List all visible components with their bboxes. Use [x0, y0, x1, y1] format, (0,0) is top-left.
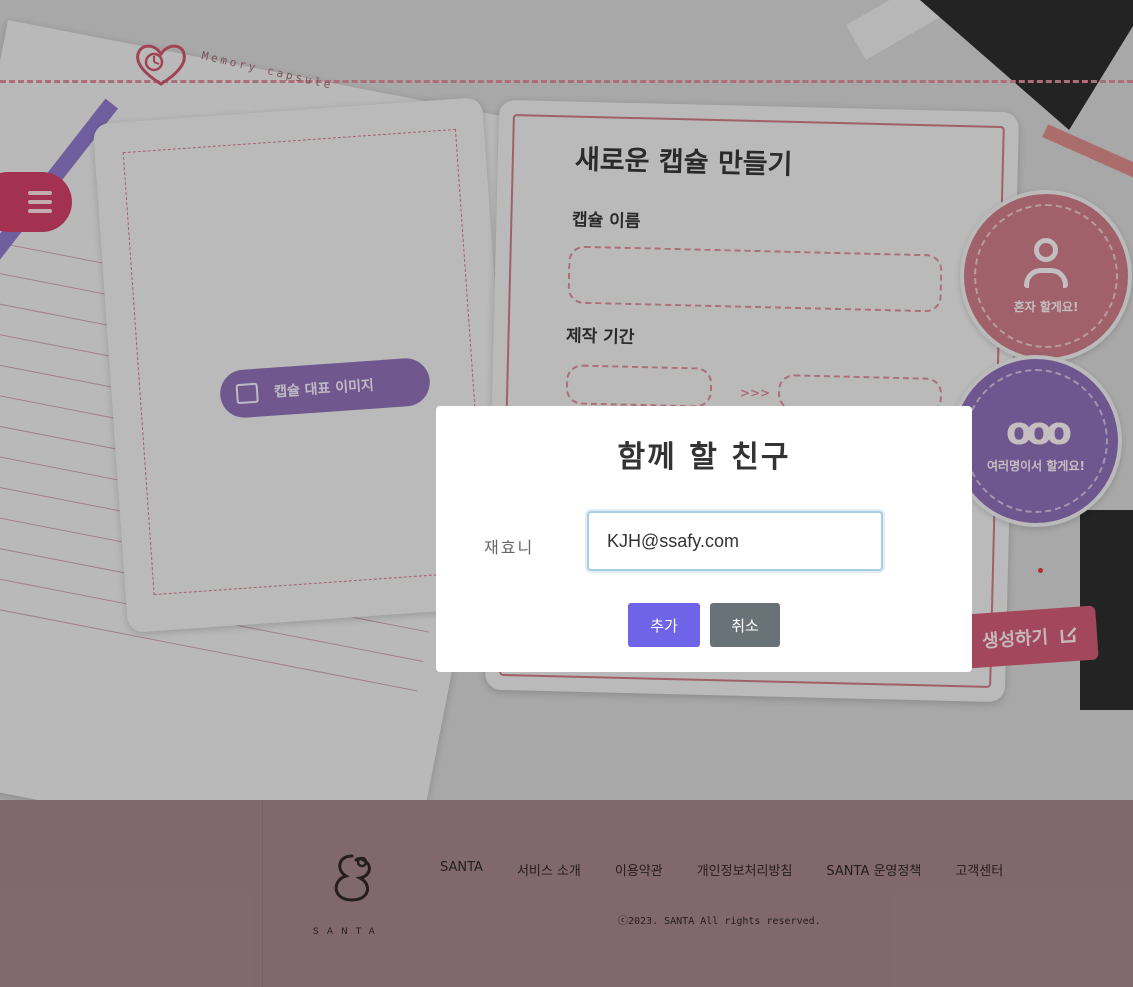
friend-name-label: 재효니: [484, 538, 535, 557]
modal-title: 함께 할 친구: [617, 440, 791, 475]
invite-friend-modal: 함께 할 친구 재효니 추가 취소: [436, 406, 972, 672]
email-input[interactable]: [587, 511, 883, 571]
cancel-button[interactable]: 취소: [710, 603, 780, 647]
add-button[interactable]: 추가: [628, 603, 700, 647]
